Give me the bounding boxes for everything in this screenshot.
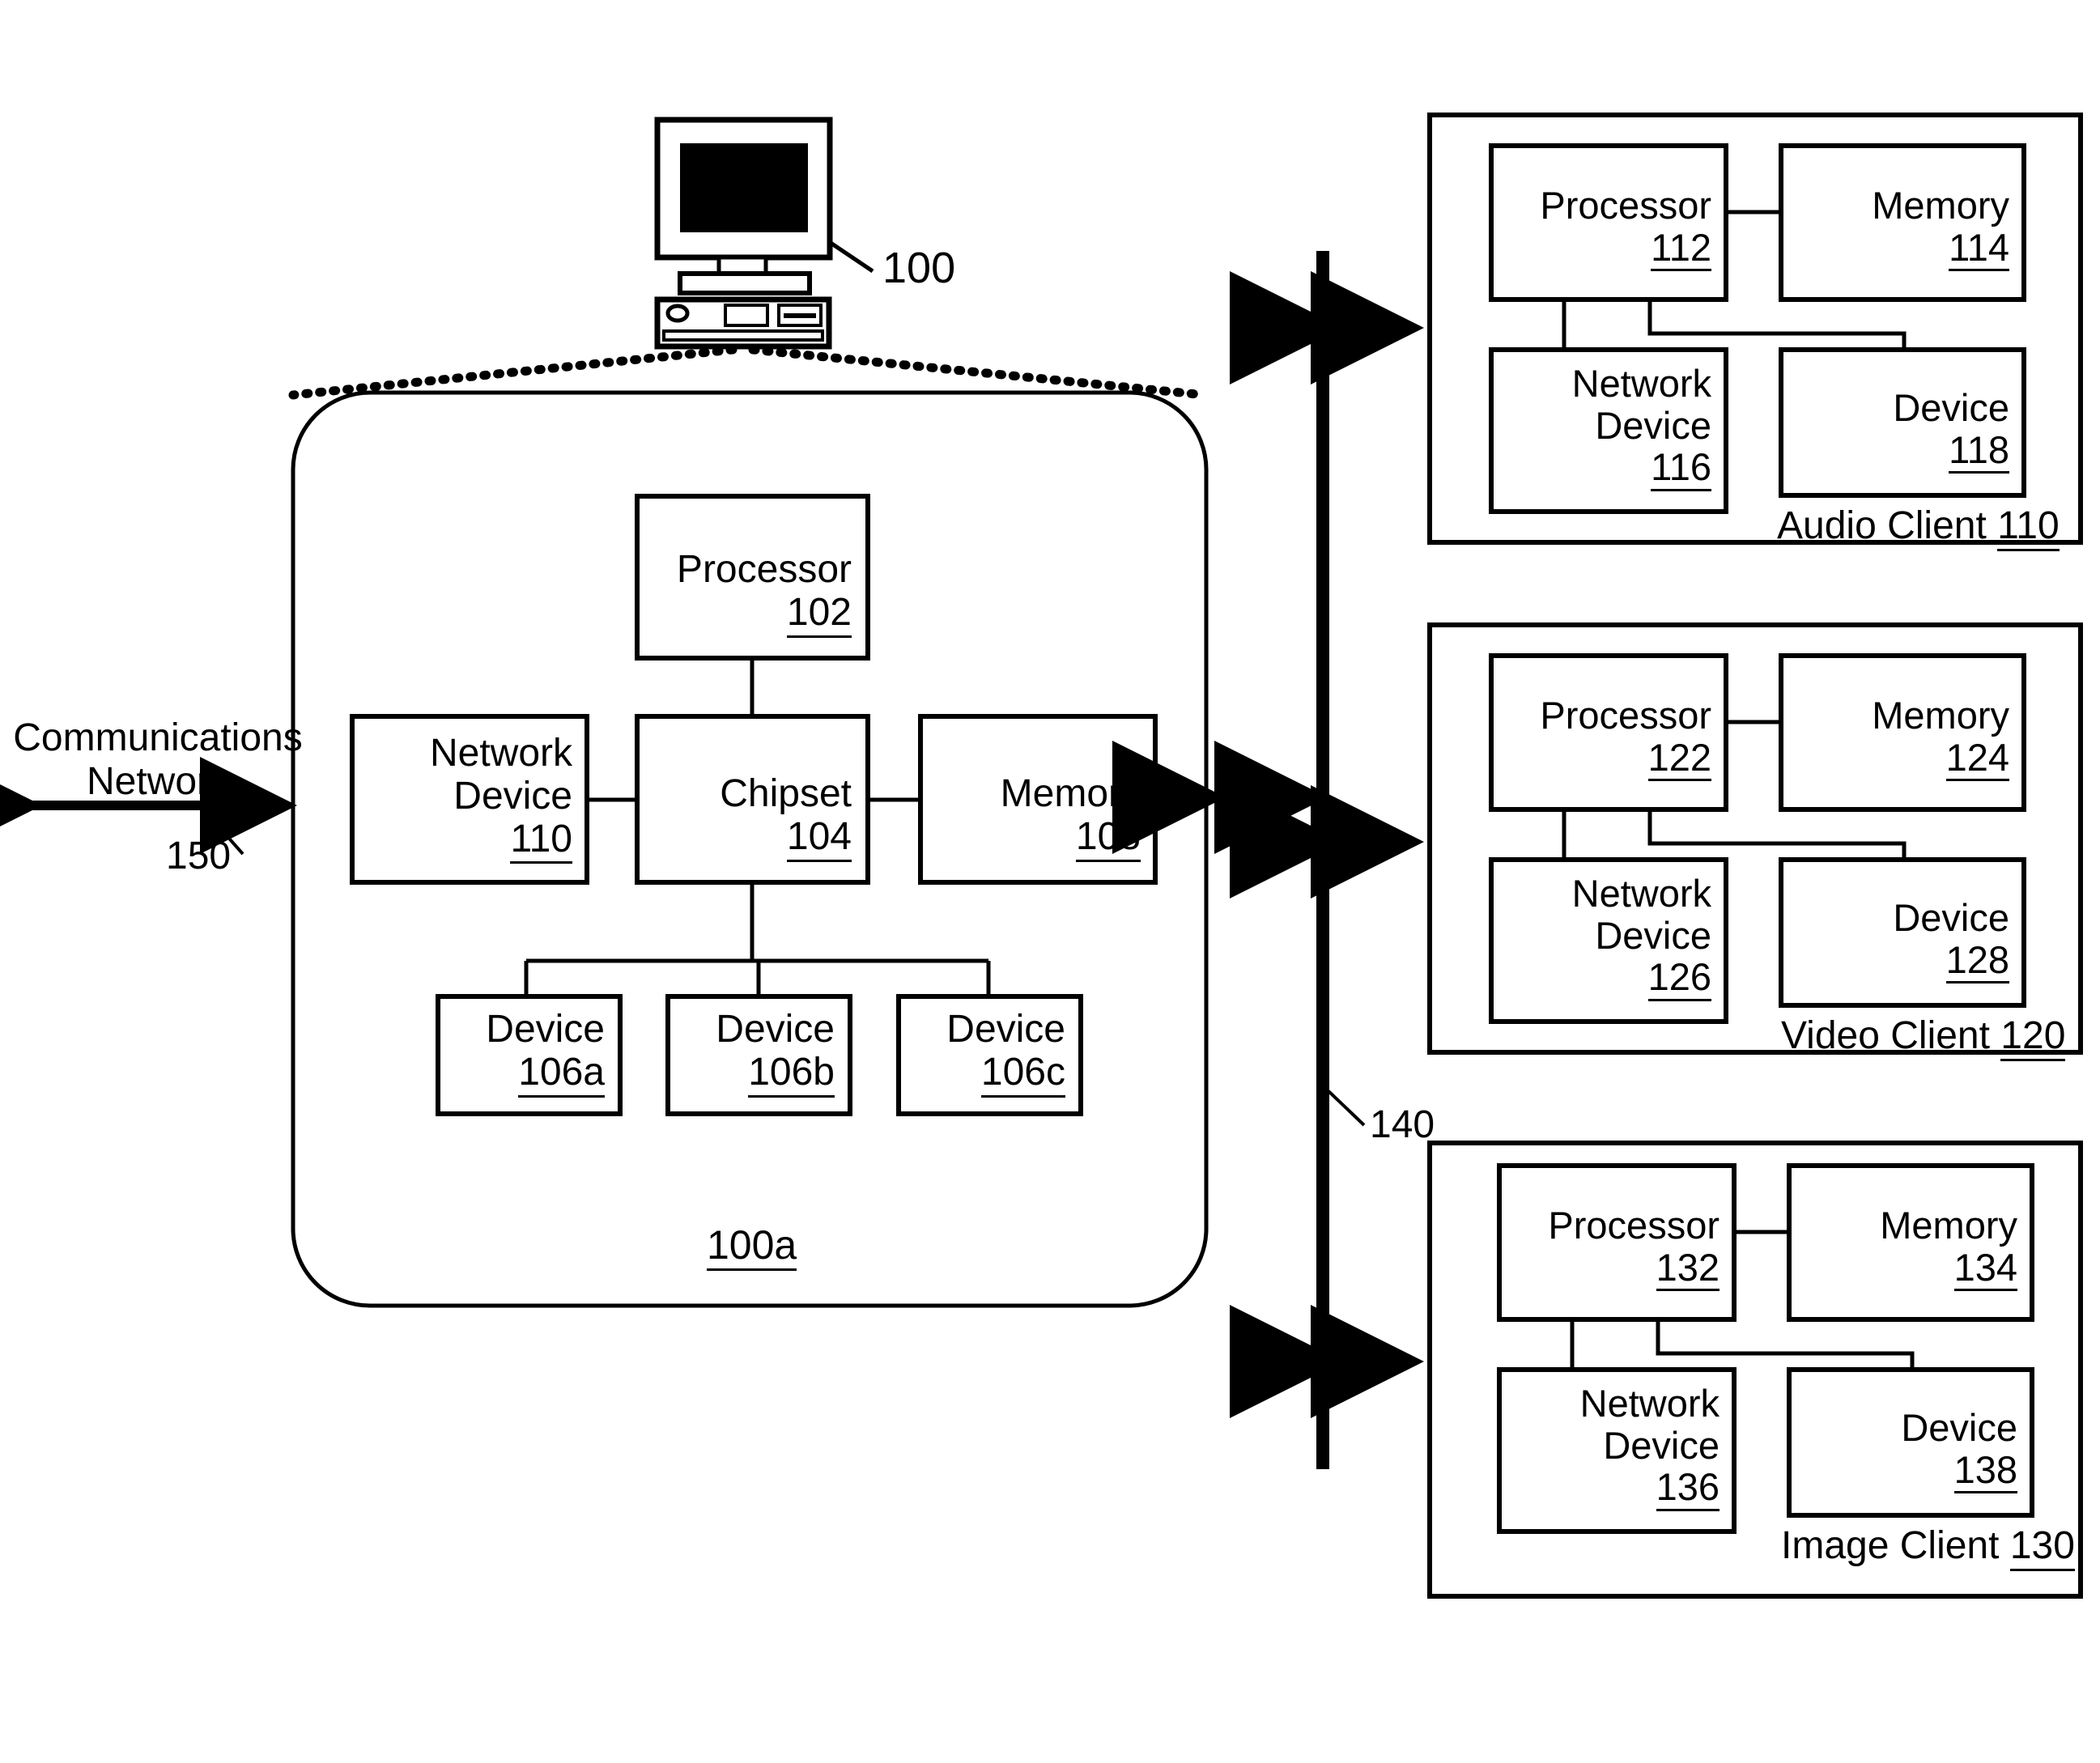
label-device-106b: Device 106b — [676, 1008, 835, 1098]
label-device-106c: Device 106c — [907, 1008, 1065, 1098]
device-118-name: Device — [1893, 386, 2009, 429]
processor-102-name: Processor — [676, 548, 852, 591]
device-106b-ref: 106b — [748, 1051, 835, 1098]
label-device-106a: Device 106a — [446, 1008, 605, 1098]
communications-network-line2: Network — [86, 759, 230, 803]
device-128-name: Device — [1893, 896, 2009, 939]
device-106b-name: Device — [716, 1008, 835, 1051]
label-processor-102: Processor 102 — [645, 548, 852, 638]
desktop-computer-icon — [654, 117, 833, 350]
chipset-104-ref: 104 — [786, 815, 852, 862]
network-device-126-line1: Network — [1571, 872, 1711, 915]
network-device-126-line2: Device — [1595, 913, 1711, 957]
memory-108-name: Memory — [1000, 772, 1141, 815]
video-client-label-ref: 120 — [2000, 1013, 2066, 1061]
label-network-device-116: Network Device 116 — [1499, 362, 1711, 492]
ref-100a-value: 100a — [707, 1222, 797, 1271]
diagram-vector-layer — [0, 113, 2083, 1599]
memory-134-ref: 134 — [1953, 1246, 2017, 1292]
memory-114-ref: 114 — [1949, 226, 2009, 272]
network-device-110-line2: Device — [453, 774, 572, 818]
label-network-device-126: Network Device 126 — [1499, 872, 1711, 1002]
device-106c-name: Device — [946, 1008, 1065, 1051]
leader-100 — [829, 240, 874, 274]
label-processor-132: Processor 132 — [1507, 1204, 1720, 1292]
network-device-116-ref: 116 — [1651, 446, 1711, 492]
leader-140 — [1327, 1090, 1366, 1127]
network-device-136-line1: Network — [1579, 1382, 1720, 1425]
network-device-126-ref: 126 — [1647, 956, 1711, 1002]
communications-network-line1: Communications — [13, 716, 303, 759]
audio-client-label-text: Audio Client — [1777, 504, 1987, 547]
network-device-136-line2: Device — [1603, 1423, 1720, 1467]
device-138-name: Device — [1901, 1406, 2017, 1449]
label-network-device-136: Network Device 136 — [1507, 1382, 1720, 1512]
label-processor-112: Processor 112 — [1499, 184, 1711, 272]
network-device-110-line1: Network — [429, 732, 572, 775]
network-device-136-ref: 136 — [1656, 1466, 1720, 1512]
memory-108-ref: 108 — [1075, 815, 1141, 862]
figure-canvas: 100 Communications Network 150 140 Proce… — [0, 0, 2100, 1763]
video-client-label-text: Video Client — [1781, 1014, 1990, 1057]
communications-network-label: Communications Network — [8, 716, 308, 804]
memory-134-name: Memory — [1880, 1204, 2017, 1247]
chipset-104-name: Chipset — [720, 772, 852, 815]
video-client-label: Video Client 120 — [1781, 1013, 2066, 1061]
label-device-128: Device 128 — [1789, 896, 2009, 984]
label-network-device-110: Network Device 110 — [360, 732, 572, 865]
label-memory-134: Memory 134 — [1797, 1204, 2017, 1292]
processor-122-name: Processor — [1540, 694, 1711, 737]
ref-140: 140 — [1370, 1103, 1435, 1146]
label-memory-108: Memory 108 — [929, 772, 1141, 862]
label-chipset-104: Chipset 104 — [645, 772, 852, 862]
device-118-ref: 118 — [1949, 428, 2009, 474]
processor-122-ref: 122 — [1647, 736, 1711, 782]
label-memory-114: Memory 114 — [1789, 184, 2009, 272]
ref-150: 150 — [166, 835, 232, 877]
ref-100a: 100a — [707, 1222, 797, 1271]
label-device-138: Device 138 — [1797, 1406, 2017, 1494]
image-client-label-ref: 130 — [2009, 1523, 2075, 1571]
device-106a-ref: 106a — [518, 1051, 605, 1098]
label-memory-124: Memory 124 — [1789, 694, 2009, 782]
network-device-116-line1: Network — [1571, 362, 1711, 405]
image-client-label: Image Client 130 — [1781, 1523, 2075, 1571]
network-device-116-line2: Device — [1595, 403, 1711, 447]
expansion-dotted-lines — [288, 345, 1209, 400]
device-138-ref: 138 — [1953, 1448, 2017, 1494]
audio-client-label: Audio Client 110 — [1777, 503, 2060, 551]
image-client-label-text: Image Client — [1781, 1524, 2000, 1567]
processor-132-ref: 132 — [1656, 1246, 1720, 1292]
processor-112-name: Processor — [1540, 184, 1711, 227]
network-device-110-ref: 110 — [510, 818, 572, 865]
memory-124-ref: 124 — [1945, 736, 2009, 782]
memory-124-name: Memory — [1872, 694, 2009, 737]
device-106a-name: Device — [486, 1008, 605, 1051]
processor-112-ref: 112 — [1651, 226, 1711, 272]
audio-client-label-ref: 110 — [1997, 503, 2060, 551]
label-device-118: Device 118 — [1789, 387, 2009, 474]
label-processor-122: Processor 122 — [1499, 694, 1711, 782]
device-128-ref: 128 — [1945, 938, 2009, 984]
device-106c-ref: 106c — [980, 1051, 1065, 1098]
processor-102-ref: 102 — [786, 591, 852, 638]
ref-100: 100 — [882, 244, 956, 292]
memory-114-name: Memory — [1872, 184, 2009, 227]
processor-132-name: Processor — [1548, 1204, 1720, 1247]
